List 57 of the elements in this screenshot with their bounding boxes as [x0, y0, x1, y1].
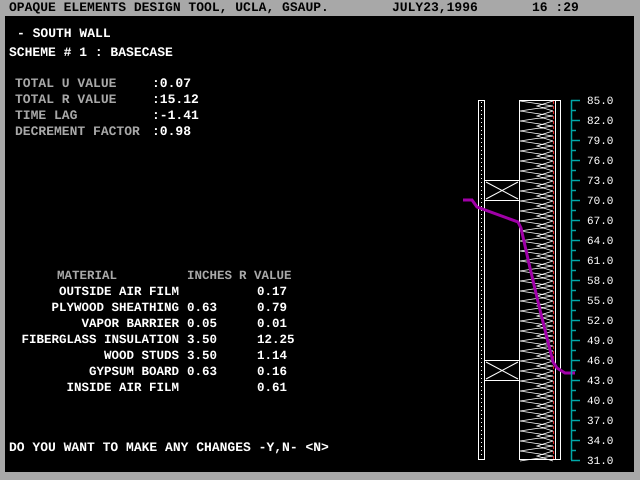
date-text: JULY23,1996: [392, 0, 479, 16]
table-cell-text: 3.50: [187, 332, 218, 348]
scale-label: 61.0: [587, 256, 614, 268]
total-label: TOTAL R VALUE: [15, 92, 118, 108]
scale-label: 64.0: [587, 236, 614, 248]
table-cell-text: 0.63: [187, 364, 218, 380]
total-value: :0.07: [152, 76, 192, 92]
table-cell-text: 0.16: [256, 364, 288, 380]
scale-label: 73.0: [587, 176, 614, 188]
column-header: R VALUE: [239, 268, 293, 284]
scale-label: 55.0: [587, 296, 614, 308]
table-cell-text: OUTSIDE AIR FILM: [58, 284, 179, 300]
wood-stud-drawing: [484, 180, 520, 201]
scale-label: 34.0: [587, 436, 614, 448]
table-cell-text: VAPOR BARRIER: [80, 316, 179, 332]
table-cell-text: INSIDE AIR FILM: [65, 380, 179, 396]
scale-label: 49.0: [587, 336, 614, 348]
table-cell-text: FIBERGLASS INSULATION: [20, 332, 179, 348]
scale-label: 52.0: [587, 316, 614, 328]
scale-label: 46.0: [587, 356, 614, 368]
scale-label: 85.0: [587, 96, 614, 108]
table-cell-text: WOOD STUDS: [102, 348, 179, 364]
scheme-title: SCHEME # 1 : BASECASE: [9, 45, 173, 61]
scale-label: 40.0: [587, 396, 614, 408]
table-cell-text: PLYWOOD SHEATHING: [50, 300, 179, 316]
scale-label: 58.0: [587, 276, 614, 288]
total-value: :15.12: [152, 92, 199, 108]
total-label: TOTAL U VALUE: [15, 76, 118, 92]
time-text: 16 :29: [532, 0, 579, 16]
table-cell-text: GYPSUM BOARD: [88, 364, 179, 380]
total-value: :0.98: [152, 124, 192, 140]
table-cell-text: 3.50: [187, 348, 218, 364]
scale-label: 31.0: [587, 456, 614, 468]
wall-name: - SOUTH WALL: [17, 26, 111, 42]
scale-label: 37.0: [587, 416, 614, 428]
prompt-text: DO YOU WANT TO MAKE ANY CHANGES -Y,N- <N>: [9, 440, 329, 456]
wood-stud-drawing: [484, 360, 520, 381]
table-cell-text: 12.25: [256, 332, 296, 348]
column-header: INCHES: [187, 268, 231, 284]
total-label: DECREMENT FACTOR: [15, 124, 141, 140]
table-cell-text: 0.63: [187, 300, 218, 316]
column-header: MATERIAL: [56, 268, 118, 284]
total-label: TIME LAG: [15, 108, 78, 124]
table-cell-text: 0.01: [256, 316, 288, 332]
scale-label: 79.0: [587, 136, 614, 148]
scale-label: 67.0: [587, 216, 614, 228]
table-cell-text: 0.79: [256, 300, 288, 316]
scale-label: 76.0: [587, 156, 614, 168]
scale-label: 82.0: [587, 116, 614, 128]
table-cell-text: 0.05: [187, 316, 218, 332]
total-value: :-1.41: [152, 108, 199, 124]
table-cell-text: 0.61: [256, 380, 288, 396]
app-title: OPAQUE ELEMENTS DESIGN TOOL, UCLA, GSAUP.: [9, 0, 330, 16]
scale-label: 70.0: [587, 196, 614, 208]
scale-label: 43.0: [587, 376, 614, 388]
table-cell-text: 0.17: [256, 284, 288, 300]
table-cell-text: 1.14: [256, 348, 288, 364]
